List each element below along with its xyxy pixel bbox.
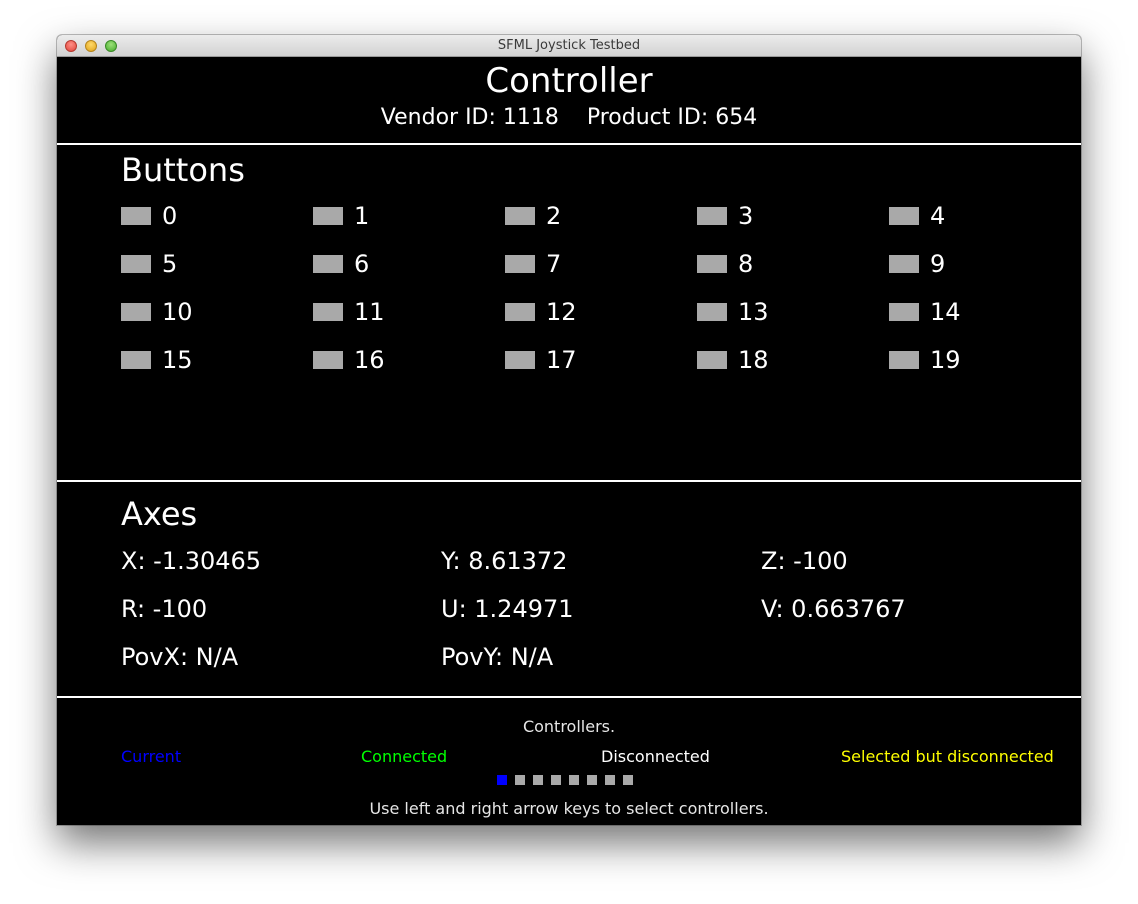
- button-state-indicator: [313, 207, 343, 225]
- button-state-indicator: [889, 351, 919, 369]
- button-number-label: 15: [162, 346, 193, 374]
- legend-selected-disconnected: Selected but disconnected: [841, 747, 1054, 766]
- controllers-title: Controllers.: [522, 717, 616, 736]
- button-number-label: 1: [354, 202, 370, 230]
- button-number-label: 17: [546, 346, 577, 374]
- joystick-button-7: 7: [505, 250, 697, 289]
- axis-povy-value: PovY: N/A: [441, 643, 554, 671]
- joystick-button-14: 14: [889, 298, 1081, 337]
- joystick-button-2: 2: [505, 202, 697, 241]
- joystick-button-5: 5: [121, 250, 313, 289]
- controller-slot-0: [497, 775, 507, 785]
- joystick-button-12: 12: [505, 298, 697, 337]
- controller-slot-6: [605, 775, 615, 785]
- joystick-button-9: 9: [889, 250, 1081, 289]
- vendor-product-ids: Vendor ID: 1118 Product ID: 654: [380, 105, 758, 130]
- button-state-indicator: [121, 207, 151, 225]
- controls-hint: Use left and right arrow keys to select …: [369, 799, 769, 818]
- buttons-section-title: Buttons: [121, 151, 245, 189]
- app-window: SFML Joystick Testbed Controller Vendor …: [57, 35, 1081, 825]
- button-number-label: 13: [738, 298, 769, 326]
- joystick-button-16: 16: [313, 346, 505, 385]
- joystick-button-0: 0: [121, 202, 313, 241]
- button-state-indicator: [121, 255, 151, 273]
- button-number-label: 9: [930, 250, 946, 278]
- button-state-indicator: [505, 255, 535, 273]
- button-number-label: 19: [930, 346, 961, 374]
- axis-x-value: X: -1.30465: [121, 547, 262, 575]
- legend-connected: Connected: [361, 747, 448, 766]
- button-state-indicator: [697, 303, 727, 321]
- joystick-button-8: 8: [697, 250, 889, 289]
- legend-disconnected: Disconnected: [601, 747, 710, 766]
- button-number-label: 12: [546, 298, 577, 326]
- button-number-label: 18: [738, 346, 769, 374]
- legend-current: Current: [121, 747, 182, 766]
- divider-axes: [57, 696, 1081, 698]
- joystick-button-4: 4: [889, 202, 1081, 241]
- controller-slot-7: [623, 775, 633, 785]
- joystick-button-19: 19: [889, 346, 1081, 385]
- window-title: SFML Joystick Testbed: [497, 38, 641, 53]
- button-number-label: 14: [930, 298, 961, 326]
- button-state-indicator: [313, 351, 343, 369]
- axes-section-title: Axes: [121, 495, 198, 533]
- button-state-indicator: [121, 303, 151, 321]
- button-number-label: 4: [930, 202, 946, 230]
- button-state-indicator: [505, 351, 535, 369]
- axis-z-value: Z: -100: [761, 547, 848, 575]
- button-number-label: 8: [738, 250, 754, 278]
- joystick-button-15: 15: [121, 346, 313, 385]
- divider-header: [57, 143, 1081, 145]
- divider-buttons: [57, 480, 1081, 482]
- controller-slot-3: [551, 775, 561, 785]
- button-state-indicator: [697, 207, 727, 225]
- button-number-label: 5: [162, 250, 178, 278]
- button-state-indicator: [889, 207, 919, 225]
- button-number-label: 2: [546, 202, 562, 230]
- button-state-indicator: [889, 255, 919, 273]
- axis-y-value: Y: 8.61372: [441, 547, 568, 575]
- button-number-label: 16: [354, 346, 385, 374]
- button-state-indicator: [121, 351, 151, 369]
- button-number-label: 10: [162, 298, 193, 326]
- button-state-indicator: [697, 351, 727, 369]
- button-number-label: 3: [738, 202, 754, 230]
- testbed-canvas: Controller Vendor ID: 1118 Product ID: 6…: [57, 57, 1081, 825]
- axis-v-value: V: 0.663767: [761, 595, 906, 623]
- joystick-button-10: 10: [121, 298, 313, 337]
- button-number-label: 0: [162, 202, 178, 230]
- joystick-button-3: 3: [697, 202, 889, 241]
- button-state-indicator: [313, 303, 343, 321]
- controller-title: Controller: [485, 61, 653, 101]
- joystick-button-17: 17: [505, 346, 697, 385]
- button-number-label: 11: [354, 298, 385, 326]
- controller-slot-1: [515, 775, 525, 785]
- controller-slot-5: [587, 775, 597, 785]
- joystick-button-1: 1: [313, 202, 505, 241]
- axis-r-value: R: -100: [121, 595, 208, 623]
- button-number-label: 6: [354, 250, 370, 278]
- button-state-indicator: [505, 207, 535, 225]
- axis-povx-value: PovX: N/A: [121, 643, 239, 671]
- controller-slot-2: [533, 775, 543, 785]
- title-bar: SFML Joystick Testbed: [57, 35, 1081, 57]
- joystick-button-6: 6: [313, 250, 505, 289]
- joystick-button-18: 18: [697, 346, 889, 385]
- joystick-button-11: 11: [313, 298, 505, 337]
- button-state-indicator: [697, 255, 727, 273]
- joystick-button-13: 13: [697, 298, 889, 337]
- button-state-indicator: [313, 255, 343, 273]
- button-state-indicator: [505, 303, 535, 321]
- button-number-label: 7: [546, 250, 562, 278]
- axis-u-value: U: 1.24971: [441, 595, 574, 623]
- controller-slot-4: [569, 775, 579, 785]
- button-state-indicator: [889, 303, 919, 321]
